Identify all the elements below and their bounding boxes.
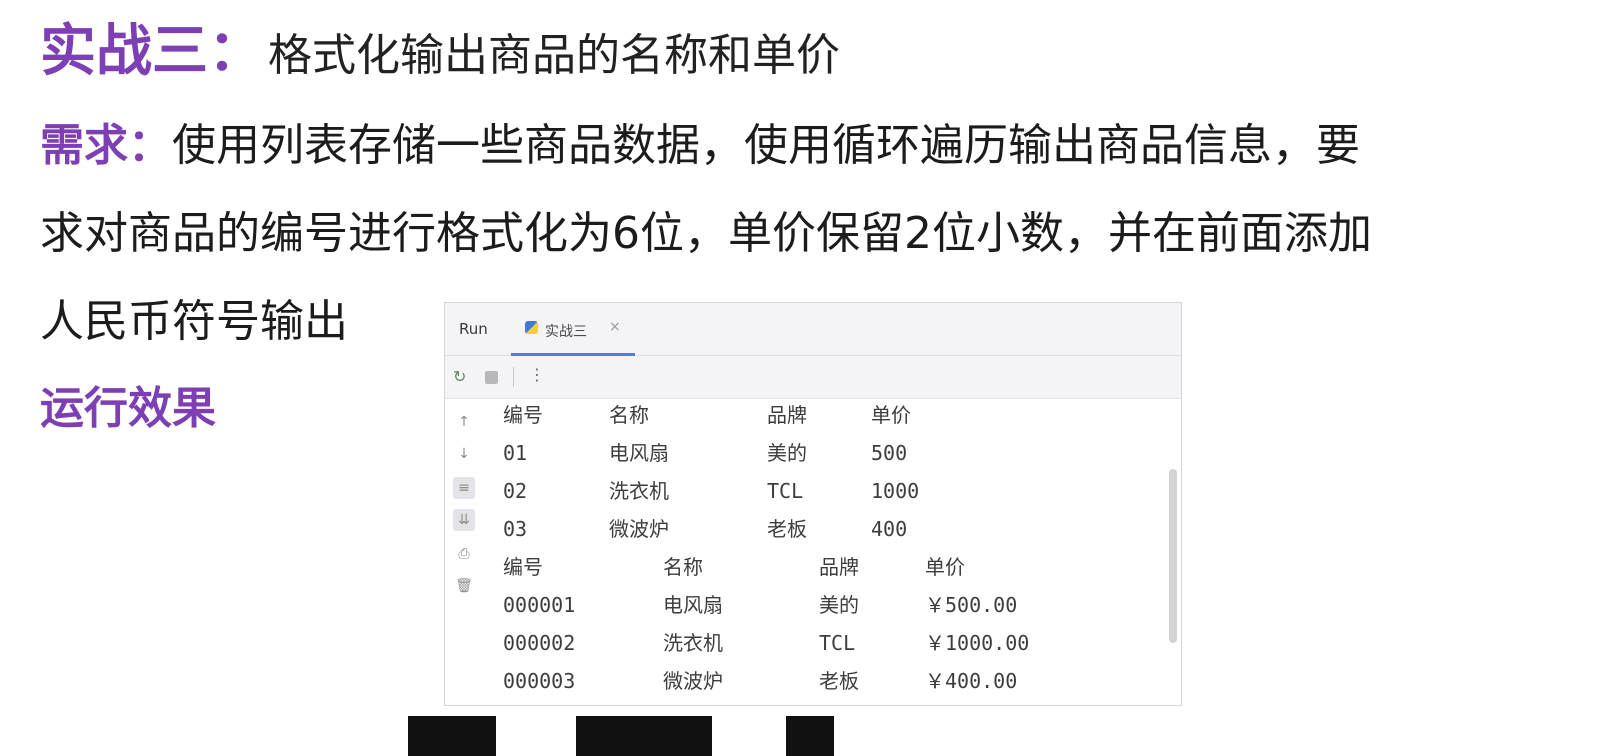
t1-row1-brand: 美的 [767,441,807,465]
python-icon [525,321,538,334]
close-tab-icon[interactable]: × [609,319,621,335]
t2-row1-id: 000001 [503,593,576,617]
tab-run-config[interactable]: 实战三 × [511,303,635,356]
t2-row2-name: 洗衣机 [663,631,723,655]
requirement-text-1: 使用列表存储一些商品数据，使用循环遍历输出商品信息，要 [172,120,1360,171]
t2-row2-brand: TCL [819,631,856,655]
t2-row3-brand: 老板 [819,669,859,693]
t2-header-brand: 品牌 [819,555,859,579]
t1-row1-name: 电风扇 [609,441,669,465]
t1-row2-name: 洗衣机 [609,479,669,503]
t1-header-price: 单价 [871,403,911,427]
soft-wrap-icon[interactable]: ≡ [453,477,475,499]
requirement-label: 需求： [40,120,172,171]
trash-icon[interactable]: 🗑 [453,575,475,597]
t2-row3-price: ￥400.00 [925,669,1018,693]
t1-row1-price: 500 [871,441,908,465]
t2-row1-name: 电风扇 [663,593,723,617]
run-label: Run [459,320,488,338]
t2-row2-id: 000002 [503,631,576,655]
t1-header-id: 编号 [503,403,543,427]
stop-icon[interactable] [485,371,498,384]
t2-row1-price: ￥500.00 [925,593,1018,617]
rerun-icon[interactable]: ↻ [453,367,466,386]
t1-row3-price: 400 [871,517,908,541]
t1-row1-id: 01 [503,441,528,465]
more-options-icon[interactable]: ⋮ [529,365,545,384]
t1-row2-id: 02 [503,479,528,503]
t2-row1-brand: 美的 [819,593,859,617]
title-prefix: 实战三： [40,19,264,84]
t2-header-id: 编号 [503,555,543,579]
print-icon[interactable]: ⎙ [453,543,475,565]
t1-header-brand: 品牌 [767,403,807,427]
run-toolbar: ↻ ⋮ [445,356,1181,399]
console-output[interactable]: 编号 名称 品牌 单价 01 电风扇 美的 500 02 洗衣机 TCL 100… [485,399,1165,705]
run-result-heading: 运行效果 [40,383,216,434]
slide-title: 实战三： 格式化输出商品的名称和单价 [40,6,840,84]
t2-row3-name: 微波炉 [663,669,723,693]
t1-row3-id: 03 [503,517,528,541]
bottom-ink-mark [786,716,834,756]
t2-row3-id: 000003 [503,669,576,693]
run-tab-bar: Run 实战三 × [445,303,1181,356]
title-text: 格式化输出商品的名称和单价 [268,30,840,81]
t2-row2-price: ￥1000.00 [925,631,1030,655]
bottom-ink-mark [576,716,712,756]
toolbar-divider [513,367,514,387]
arrow-down-icon[interactable]: ↓ [453,443,475,465]
t1-row2-price: 1000 [871,479,920,503]
console-scrollbar[interactable] [1169,469,1177,643]
t1-row2-brand: TCL [767,479,804,503]
requirement-line-2: 求对商品的编号进行格式化为6位，单价保留2位小数，并在前面添加 [40,208,1372,259]
console-side-toolbar: ↑ ↓ ≡ ⇊ ⎙ 🗑 [445,399,483,705]
ide-run-window: Run 实战三 × ↻ ⋮ ↑ ↓ ≡ ⇊ ⎙ 🗑 编号 名称 品牌 单价 01… [444,302,1182,706]
t1-row3-brand: 老板 [767,517,807,541]
requirement-line-1: 需求：使用列表存储一些商品数据，使用循环遍历输出商品信息，要 [40,102,1580,190]
t2-header-price: 单价 [925,555,965,579]
t1-header-name: 名称 [609,403,649,427]
scroll-to-end-icon[interactable]: ⇊ [453,509,475,531]
arrow-up-icon[interactable]: ↑ [453,411,475,433]
t2-header-name: 名称 [663,555,703,579]
t1-row3-name: 微波炉 [609,517,669,541]
bottom-ink-mark [408,716,496,756]
tab-label: 实战三 [545,324,587,340]
